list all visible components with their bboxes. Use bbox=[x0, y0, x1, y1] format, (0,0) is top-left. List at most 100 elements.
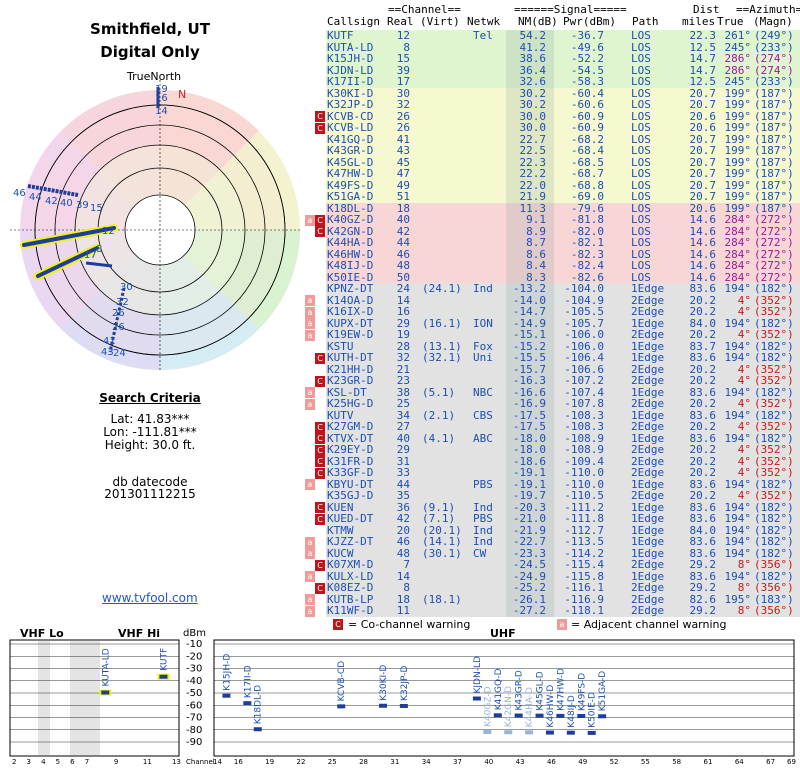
vhf-lo-label: VHF Lo bbox=[20, 627, 64, 640]
distance-cell: 20.2 bbox=[689, 305, 717, 318]
radar-label: 42 bbox=[45, 196, 58, 207]
station-label: K40GZ-D bbox=[483, 686, 493, 727]
virtual-channel-cell: (4.1) bbox=[422, 431, 456, 445]
azimuth-true-cell: 261° bbox=[724, 29, 752, 42]
callsign-cell: K35GJ-D bbox=[327, 489, 374, 502]
azimuth-magn-cell: (352°) bbox=[754, 466, 794, 479]
adjacent-channel-warning-icon: a bbox=[305, 387, 315, 398]
path-cell: 2Edge bbox=[631, 420, 665, 433]
left-panel: Smithfield, UT Digital Only TrueNorth N bbox=[0, 0, 300, 620]
uhf-tick-label: 25 bbox=[328, 758, 337, 766]
azimuth-true-cell: 194° bbox=[724, 512, 752, 525]
azimuth-true-cell: 199° bbox=[724, 121, 752, 134]
table-row: K47HW-D 47 22.2 -68.7 LOS 20.7 199° (187°) bbox=[326, 168, 800, 180]
uhf-tick-label: 46 bbox=[547, 758, 556, 766]
station-marker bbox=[159, 674, 168, 679]
distance-cell: 20.2 bbox=[689, 489, 717, 502]
distance-cell: 14.6 bbox=[689, 259, 717, 272]
virtual-channel-cell: (7.1) bbox=[422, 512, 456, 525]
col-netwk: Netwk bbox=[467, 15, 501, 28]
criteria-height: Height: 30.0 ft. bbox=[104, 438, 196, 452]
real-channel-cell: 35 bbox=[396, 489, 410, 502]
distance-cell: 22.3 bbox=[689, 29, 717, 42]
station-marker bbox=[378, 703, 387, 708]
real-channel-cell: 23 bbox=[396, 374, 410, 387]
power-dbm-cell: -82.1 bbox=[570, 236, 604, 249]
table-row: KUTH-DT 32 (32.1) Uni -15.5 -106.4 1Edge 83.6 19… bbox=[326, 352, 800, 364]
co-channel-warning-icon: C bbox=[315, 421, 325, 433]
table-row: K07XM-D 7 -24.5 -115.4 2Edge 29.2 8° (356°) bbox=[326, 559, 800, 571]
azimuth-true-cell: 284° bbox=[724, 259, 752, 272]
network-cell: CBS bbox=[473, 408, 493, 422]
co-channel-warning-icon: C bbox=[315, 502, 325, 513]
azimuth-true-cell: 194° bbox=[724, 351, 752, 364]
db-tick-label: -20 bbox=[186, 651, 202, 662]
vhf-gap bbox=[38, 641, 50, 755]
real-channel-cell: 27 bbox=[396, 420, 410, 433]
callsign-cell: K16IX-D bbox=[327, 305, 374, 318]
network-cell: ABC bbox=[473, 431, 493, 445]
uhf-tick-label: 64 bbox=[735, 758, 744, 766]
table-row: K15JH-D 15 38.6 -52.2 LOS 14.7 286° (274°) bbox=[326, 53, 800, 65]
adjacent-channel-warning-icon: a bbox=[305, 536, 315, 548]
nm-db-cell: 8.4 bbox=[526, 259, 546, 272]
distance-cell: 83.6 bbox=[689, 512, 717, 525]
uhf-tick-label: 58 bbox=[672, 758, 681, 766]
db-tick-label: -70 bbox=[186, 713, 202, 724]
nm-db-cell: -27.2 bbox=[512, 604, 546, 617]
azimuth-magn-cell: (182°) bbox=[754, 535, 794, 548]
path-cell: 2Edge bbox=[631, 581, 665, 594]
nm-db-cell: 54.2 bbox=[519, 29, 547, 42]
location-subtitle: Digital Only bbox=[100, 43, 200, 61]
callsign-cell: K23GR-D bbox=[327, 374, 374, 387]
col-virt: (Virt) bbox=[420, 15, 460, 28]
uhf-tick-label: 16 bbox=[234, 758, 243, 766]
station-label: K49FS-D bbox=[577, 673, 587, 711]
network-cell: PBS bbox=[473, 477, 493, 491]
co-channel-warning-icon: C bbox=[315, 444, 325, 456]
azimuth-true-cell: 4° bbox=[737, 420, 751, 433]
station-marker bbox=[399, 703, 408, 708]
callsign-cell: K51GA-D bbox=[327, 190, 374, 203]
power-dbm-cell: -111.8 bbox=[564, 512, 604, 525]
real-channel-cell: 46 bbox=[396, 535, 410, 548]
azimuth-magn-cell: (187°) bbox=[754, 121, 794, 134]
nm-db-cell: -25.2 bbox=[512, 581, 546, 594]
path-cell: LOS bbox=[631, 259, 651, 272]
virtual-channel-cell: (2.1) bbox=[422, 408, 456, 422]
nm-db-cell: 8.7 bbox=[526, 236, 546, 249]
path-cell: 2Edge bbox=[631, 466, 665, 479]
callsign-cell: K15JH-D bbox=[327, 52, 374, 65]
distance-cell: 20.7 bbox=[689, 190, 717, 203]
nm-db-cell: 30.2 bbox=[519, 98, 547, 111]
power-dbm-cell: -110.5 bbox=[564, 489, 604, 502]
power-dbm-cell: -82.4 bbox=[570, 259, 604, 272]
station-label: K47HW-D bbox=[556, 668, 566, 711]
nm-db-cell: -19.7 bbox=[512, 489, 546, 502]
station-marker bbox=[243, 701, 252, 706]
uhf-tick-label: 55 bbox=[641, 758, 650, 766]
nm-db-cell: -13.2 bbox=[512, 282, 546, 295]
uhf-tick-label: 31 bbox=[390, 758, 399, 766]
location-title: Smithfield, UT bbox=[90, 20, 210, 38]
power-dbm-cell: -118.1 bbox=[564, 604, 604, 617]
co-channel-warning-icon: C bbox=[315, 122, 325, 134]
power-dbm-cell: -113.5 bbox=[564, 535, 604, 548]
path-cell: 2Edge bbox=[631, 328, 665, 341]
radar-label: 26 bbox=[112, 308, 125, 319]
adjacent-channel-warning-icon: a bbox=[305, 329, 315, 341]
callsign-cell: KPNZ-DT bbox=[327, 282, 374, 295]
path-cell: 2Edge bbox=[631, 397, 665, 410]
table-row: K29EY-D 29 -18.0 -108.9 2Edge 20.2 4° (352°) bbox=[326, 444, 800, 456]
radar-label: 43 bbox=[101, 347, 114, 358]
azimuth-magn-cell: (182°) bbox=[754, 512, 794, 525]
azimuth-magn-cell: (233°) bbox=[754, 75, 794, 88]
station-marker bbox=[472, 696, 481, 701]
table-row: KJZZ-DT 46 (14.1) Ind -22.7 -113.5 1Edge 83.6 19… bbox=[326, 536, 800, 548]
station-marker bbox=[101, 690, 110, 695]
distance-cell: 29.2 bbox=[689, 581, 717, 594]
co-channel-warning-icon: C bbox=[315, 559, 325, 571]
azimuth-magn-cell: (352°) bbox=[754, 328, 794, 341]
tvfool-link[interactable]: www.tvfool.com bbox=[102, 591, 198, 605]
real-channel-cell: 33 bbox=[396, 466, 410, 479]
